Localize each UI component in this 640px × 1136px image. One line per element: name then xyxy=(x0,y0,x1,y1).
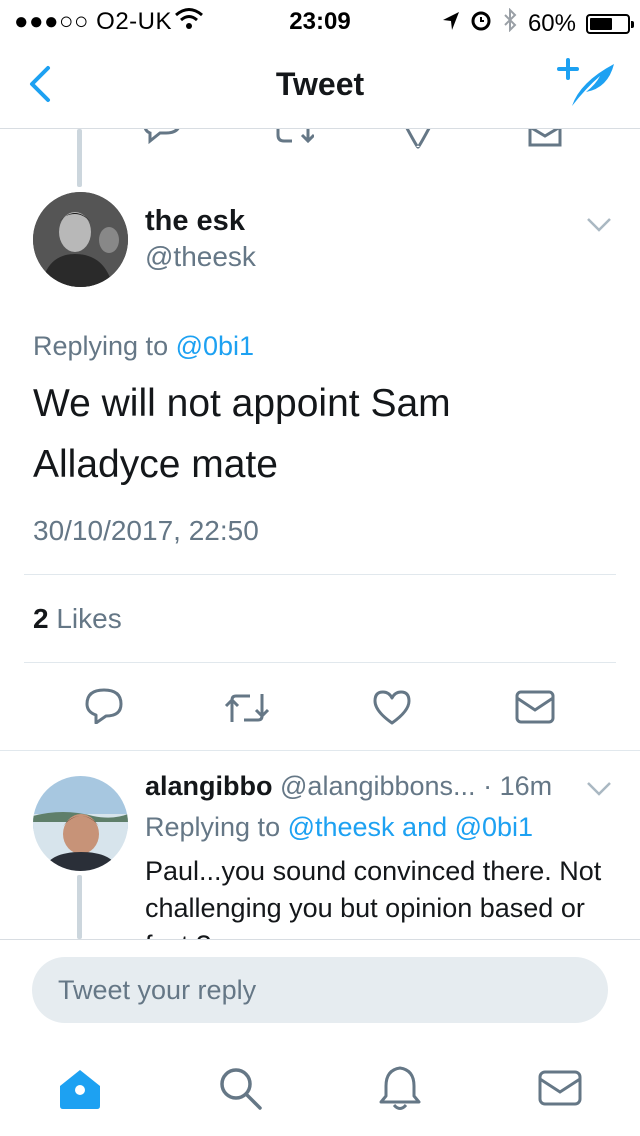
reply-input[interactable] xyxy=(32,957,608,1023)
reply-text: Paul...you sound convinced there. Not ch… xyxy=(145,856,602,939)
replying-to-link[interactable]: @theesk and @0bi1 xyxy=(288,812,533,842)
likes-label: Likes xyxy=(56,603,122,634)
author-name[interactable]: the esk xyxy=(145,205,245,238)
page-title: Tweet xyxy=(275,66,365,102)
reply-icon[interactable] xyxy=(84,688,124,724)
battery-fill xyxy=(590,17,612,30)
likes-number: 2 xyxy=(33,603,49,634)
nav-bar: Tweet xyxy=(0,40,640,129)
home-icon[interactable] xyxy=(56,1064,104,1112)
reply-author-handle[interactable]: @alangibbons... xyxy=(280,771,476,801)
bluetooth-icon xyxy=(502,7,518,39)
likes-count[interactable]: 2 Likes xyxy=(33,603,122,635)
share-icon[interactable] xyxy=(528,129,562,149)
heart-icon[interactable] xyxy=(400,129,436,149)
divider xyxy=(24,574,616,575)
divider xyxy=(24,662,616,663)
share-icon[interactable] xyxy=(515,690,555,724)
replying-to: Replying to @0bi1 xyxy=(33,331,254,362)
battery-icon xyxy=(586,13,634,34)
reply-author-name[interactable]: alangibbo xyxy=(145,771,273,801)
chevron-down-icon[interactable] xyxy=(586,217,612,233)
tweet-timestamp: 30/10/2017, 22:50 xyxy=(33,515,259,546)
reply-header: alangibbo @alangibbons... · 16m xyxy=(145,771,552,802)
reply-icon[interactable] xyxy=(140,129,200,151)
heart-icon[interactable] xyxy=(373,690,411,726)
messages-icon[interactable] xyxy=(536,1064,584,1112)
replying-prefix: Replying to xyxy=(145,812,288,842)
reply-composer xyxy=(0,939,640,1040)
thread-connector xyxy=(77,129,82,187)
status-bar: ●●●○○ O2-UK 23:09 60% xyxy=(0,0,640,40)
location-arrow-icon xyxy=(442,10,460,38)
thread-connector xyxy=(77,875,82,939)
tweet-text: We will not appoint Sam Alladyce mate xyxy=(33,382,451,486)
retweet-icon[interactable] xyxy=(222,692,272,724)
tweet-thread[interactable]: the esk @theesk Replying to @0bi1 We wil… xyxy=(0,129,640,939)
battery-percent: 60% xyxy=(527,9,576,37)
reply-avatar[interactable] xyxy=(33,776,128,871)
chevron-down-icon[interactable] xyxy=(586,781,612,797)
notifications-icon[interactable] xyxy=(376,1064,424,1112)
avatar[interactable] xyxy=(33,192,128,287)
search-icon[interactable] xyxy=(216,1064,264,1112)
replying-to-link[interactable]: @0bi1 xyxy=(176,331,254,361)
divider xyxy=(0,750,640,751)
reply-time: · 16m xyxy=(483,771,553,801)
retweet-icon[interactable] xyxy=(272,129,314,149)
replying-prefix: Replying to xyxy=(33,331,176,361)
author-handle[interactable]: @theesk xyxy=(145,241,256,273)
compose-tweet-icon[interactable] xyxy=(556,58,618,110)
tab-bar xyxy=(0,1040,640,1136)
alarm-icon xyxy=(470,9,492,38)
reply-replying-to: Replying to @theesk and @0bi1 xyxy=(145,812,533,843)
